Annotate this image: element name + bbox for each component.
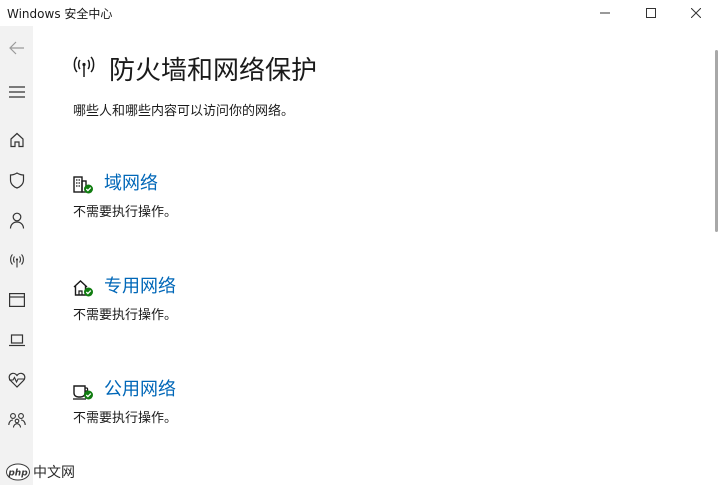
public-network-status: 不需要执行操作。: [73, 411, 178, 426]
minimize-icon: [600, 12, 610, 14]
network-public: 公用网络 不需要执行操作。: [71, 375, 471, 435]
home-icon: [9, 132, 24, 148]
vertical-scrollbar[interactable]: [713, 26, 719, 485]
family-icon: [7, 413, 26, 428]
network-domain: 域网络 不需要执行操作。: [71, 169, 471, 229]
heart-pulse-icon: [8, 372, 25, 388]
shield-icon: [9, 171, 24, 189]
maximize-button[interactable]: [628, 0, 674, 26]
network-private: 专用网络 不需要执行操作。: [71, 272, 471, 332]
domain-network-icon: [73, 175, 95, 199]
public-network-link[interactable]: 公用网络: [104, 375, 176, 401]
antenna-icon: [9, 254, 24, 268]
public-network-icon: [73, 381, 95, 405]
nav-virus-protection[interactable]: [0, 164, 33, 196]
nav-firewall[interactable]: [0, 244, 33, 276]
private-network-icon: [73, 278, 95, 302]
scroll-thumb[interactable]: [715, 50, 718, 232]
php-logo-icon: php: [6, 463, 30, 481]
site-watermark: php 中文网: [6, 462, 75, 482]
security-center-window: Windows 安全中心 防火墙和网络保护 哪些人和哪些内容可以访问你的网络。 …: [0, 0, 719, 485]
nav-device-security[interactable]: [0, 324, 33, 356]
window-title: Windows 安全中心: [7, 7, 113, 21]
close-button[interactable]: [673, 0, 719, 26]
nav-account-protection[interactable]: [0, 204, 33, 236]
page-subtitle: 哪些人和哪些内容可以访问你的网络。: [73, 104, 295, 119]
nav-family-options[interactable]: [0, 404, 33, 436]
person-icon: [9, 212, 24, 229]
navigation-rail: [0, 26, 33, 485]
maximize-icon: [646, 8, 656, 18]
title-bar: Windows 安全中心: [0, 0, 719, 26]
domain-network-status: 不需要执行操作。: [73, 205, 178, 220]
menu-button[interactable]: [0, 76, 33, 108]
app-browser-icon: [8, 293, 25, 307]
watermark-text: 中文网: [33, 465, 75, 481]
hamburger-menu-icon: [8, 86, 25, 98]
back-arrow-icon: [8, 41, 24, 55]
private-network-link[interactable]: 专用网络: [104, 272, 176, 298]
close-icon: [691, 8, 701, 18]
nav-home[interactable]: [0, 124, 33, 156]
main-content: 防火墙和网络保护 哪些人和哪些内容可以访问你的网络。 域网络 不需要执行操作。: [33, 26, 713, 485]
laptop-icon: [8, 333, 25, 346]
private-network-status: 不需要执行操作。: [73, 308, 178, 323]
nav-app-browser-control[interactable]: [0, 284, 33, 316]
svg-text:php: php: [7, 469, 28, 479]
minimize-button[interactable]: [582, 0, 628, 26]
antenna-icon: [71, 54, 97, 82]
page-title: 防火墙和网络保护: [109, 56, 318, 86]
domain-network-link[interactable]: 域网络: [104, 169, 158, 195]
back-button[interactable]: [0, 32, 33, 64]
nav-device-performance[interactable]: [0, 364, 33, 396]
